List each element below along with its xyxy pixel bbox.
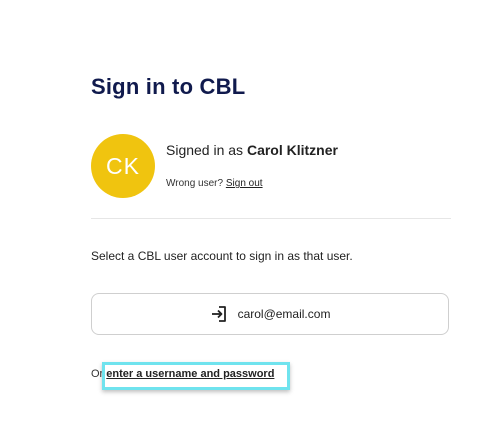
page-title: Sign in to CBL <box>91 74 246 99</box>
wrong-user-line: Wrong user? Sign out <box>166 178 263 189</box>
avatar: CK <box>91 134 155 198</box>
account-sign-in-button[interactable]: carol@email.com <box>91 293 449 335</box>
signed-in-user-name: Carol Klitzner <box>246 142 338 158</box>
account-email: carol@email.com <box>237 307 331 321</box>
wrong-user-prompt: Wrong user? <box>166 178 224 189</box>
signed-in-status: Signed in as Carol Klitzner <box>166 142 338 158</box>
divider <box>91 218 451 219</box>
account-instruction: Select a CBL user account to sign in as … <box>91 249 353 263</box>
sign-in-icon <box>210 305 228 323</box>
avatar-initials: CK <box>106 152 140 179</box>
sign-in-page: Sign in to CBL CK Signed in as Carol Kli… <box>0 0 481 428</box>
username-password-link[interactable]: enter a username and password <box>106 368 274 380</box>
or-prefix: Or <box>91 368 104 380</box>
sign-out-link[interactable]: Sign out <box>226 178 263 189</box>
signed-in-prefix: Signed in as <box>166 142 244 158</box>
alternate-sign-in-line: Or enter a username and password <box>91 368 274 380</box>
